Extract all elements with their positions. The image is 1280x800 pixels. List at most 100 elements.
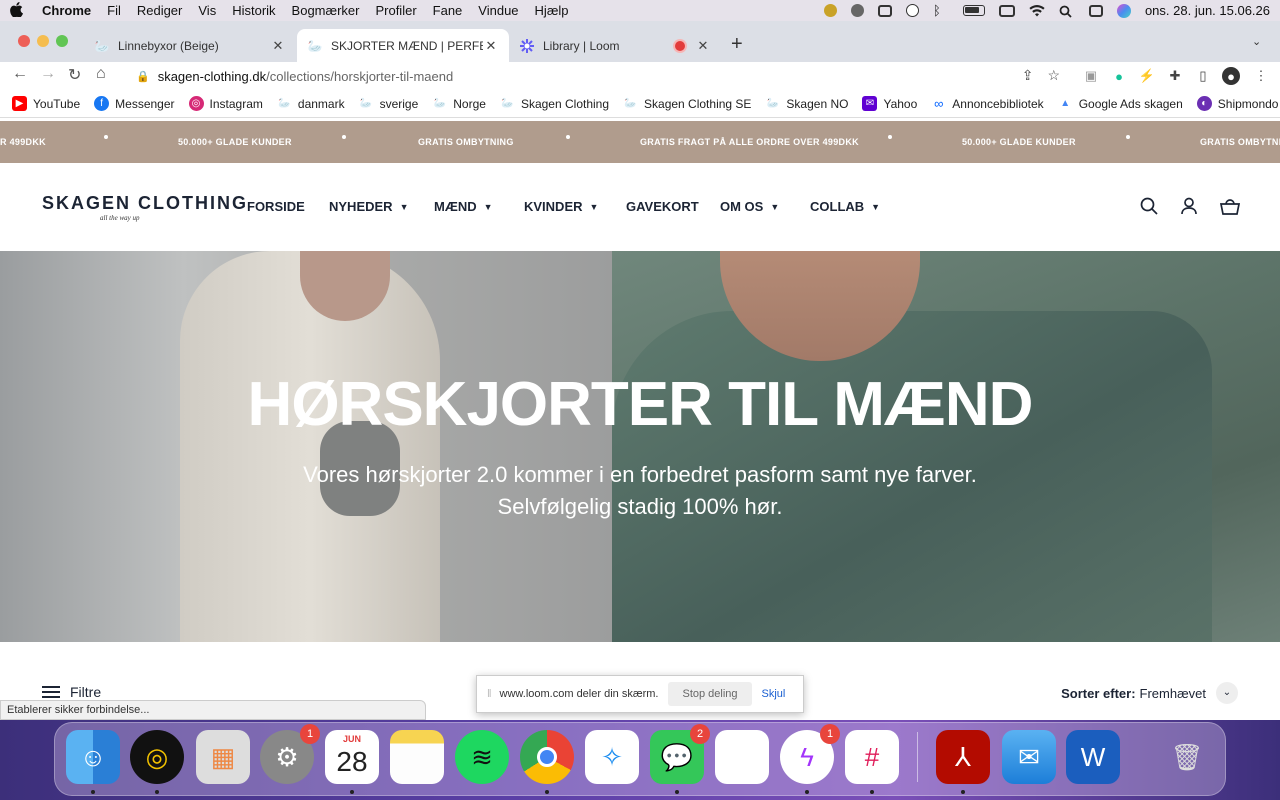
share-icon[interactable]: ⇪ xyxy=(1022,67,1034,84)
lock-icon[interactable]: 🔒 xyxy=(136,70,150,83)
grammarly-icon[interactable]: ● xyxy=(1110,67,1128,85)
extension-icon[interactable]: ▣ xyxy=(1082,67,1100,85)
tab-skjorter-maend[interactable]: 🦢 SKJORTER MÆND | PERFEKT F ✕ xyxy=(297,29,509,62)
tab-linnebyxor[interactable]: 🦢 Linnebyxor (Beige) ✕ xyxy=(84,29,296,62)
safari-icon[interactable]: ✧ xyxy=(585,730,639,784)
bookmark-danmark[interactable]: 🦢 danmark xyxy=(276,96,345,111)
window-minimize-button[interactable] xyxy=(37,35,49,47)
nav-kvinder[interactable]: KVINDER ▼ xyxy=(524,199,626,214)
bookmark-google-ads[interactable]: ▲ Google Ads skagen xyxy=(1057,96,1183,111)
notes-icon[interactable] xyxy=(390,730,444,784)
spotify-icon[interactable]: ≋ xyxy=(455,730,509,784)
new-tab-button[interactable]: + xyxy=(731,33,743,56)
menubar-clock[interactable]: ons. 28. jun. 15.06.26 xyxy=(1145,3,1270,18)
sort-dropdown[interactable]: Sorter efter: Fremhævet ⌄ xyxy=(1061,682,1238,704)
close-icon[interactable]: ✕ xyxy=(270,38,286,54)
tab-search-chevron-icon[interactable]: ⌄ xyxy=(1252,35,1261,48)
chrome-icon[interactable] xyxy=(520,730,574,784)
keeper-app-icon[interactable]: ◎ xyxy=(130,730,184,784)
address-bar[interactable]: 🔒 skagen-clothing.dk/collections/horskjo… xyxy=(124,63,1070,89)
menu-vindue[interactable]: Vindue xyxy=(478,3,518,18)
nav-gavekort[interactable]: GAVEKORT xyxy=(626,199,720,214)
menu-hjaelp[interactable]: Hjælp xyxy=(535,3,569,18)
slack-icon[interactable]: # xyxy=(845,730,899,784)
bookmark-skagen-no[interactable]: 🦢 Skagen NO xyxy=(765,96,848,111)
bookmark-shipmondo[interactable]: ◐ Shipmondo xyxy=(1196,96,1278,111)
avatar[interactable]: ● xyxy=(1222,67,1240,85)
menu-chrome[interactable]: Chrome xyxy=(42,3,91,18)
bookmark-star-icon[interactable]: ☆ xyxy=(1047,67,1060,84)
bookmark-youtube[interactable]: ▶ YouTube xyxy=(12,96,80,111)
menu-fane[interactable]: Fane xyxy=(433,3,463,18)
window-close-button[interactable] xyxy=(18,35,30,47)
menu-bogmaerker[interactable]: Bogmærker xyxy=(292,3,360,18)
control-center-icon[interactable] xyxy=(1088,4,1103,17)
forward-button[interactable]: → xyxy=(40,65,56,83)
reload-button[interactable]: ↻ xyxy=(68,65,81,85)
status-app-icon[interactable] xyxy=(823,4,837,17)
bookmark-messenger[interactable]: f Messenger xyxy=(94,96,175,111)
launchpad-icon[interactable]: ▦ xyxy=(196,730,250,784)
window-manager-icon[interactable] xyxy=(877,4,892,17)
site-logo[interactable]: SKAGEN CLOTHING all the way up xyxy=(42,193,246,222)
hide-banner-button[interactable]: Skjul xyxy=(762,688,786,700)
nav-nyheder[interactable]: NYHEDER ▼ xyxy=(329,199,434,214)
display-icon[interactable] xyxy=(998,4,1015,17)
play-icon[interactable] xyxy=(905,4,919,17)
menu-profiler[interactable]: Profiler xyxy=(375,3,416,18)
siri-icon[interactable] xyxy=(1116,3,1131,18)
side-panel-icon[interactable]: ▯ xyxy=(1194,67,1212,85)
photos-icon[interactable]: ✿ xyxy=(715,730,769,784)
bookmark-skagen-clothing-se[interactable]: 🦢 Skagen Clothing SE xyxy=(623,96,751,111)
webpage: R 499DKK 50.000+ GLADE KUNDER GRATIS OMB… xyxy=(0,118,1280,720)
window-zoom-button[interactable] xyxy=(56,35,68,47)
messages-icon[interactable]: 💬 2 xyxy=(650,724,710,784)
bookmark-skagen-clothing[interactable]: 🦢 Skagen Clothing xyxy=(499,96,609,111)
bookmark-norge[interactable]: 🦢 Norge xyxy=(432,96,486,111)
tab-loom-library[interactable]: Library | Loom ✕ xyxy=(509,29,721,62)
messenger-icon[interactable]: ϟ1 xyxy=(780,724,840,784)
chevron-down-icon: ▼ xyxy=(871,201,881,212)
back-button[interactable]: ← xyxy=(12,65,28,83)
nav-om-os[interactable]: OM OS ▼ xyxy=(720,199,810,214)
search-icon[interactable] xyxy=(1140,197,1158,215)
nav-forside[interactable]: FORSIDE xyxy=(247,199,329,214)
bookmark-annoncebibliotek[interactable]: ∞ Annoncebibliotek xyxy=(931,96,1044,111)
stop-sharing-button[interactable]: Stop deling xyxy=(668,682,752,706)
acrobat-icon[interactable]: ⅄ xyxy=(936,730,990,784)
status-app-icon[interactable] xyxy=(850,4,864,17)
system-settings-icon[interactable]: ⚙ 1 xyxy=(260,724,320,784)
close-icon[interactable]: ✕ xyxy=(695,38,711,54)
finder-icon[interactable]: ☺ xyxy=(66,730,120,784)
mail-icon[interactable]: ✉ xyxy=(1002,730,1056,784)
apple-menu-icon[interactable] xyxy=(10,1,24,20)
battery-icon[interactable] xyxy=(962,5,985,16)
nav-maend[interactable]: MÆND ▼ xyxy=(434,199,524,214)
nav-collab[interactable]: COLLAB ▼ xyxy=(810,199,880,214)
drag-handle-icon[interactable]: ‖ xyxy=(487,688,492,700)
bookmark-yahoo[interactable]: ✉ Yahoo xyxy=(862,96,917,111)
bluetooth-icon[interactable]: ᛒ xyxy=(933,4,949,17)
menu-vis[interactable]: Vis xyxy=(198,3,216,18)
skagen-swan-icon: 🦢 xyxy=(276,96,292,111)
calendar-icon[interactable]: JUN 28 xyxy=(325,730,379,784)
close-icon[interactable]: ✕ xyxy=(483,38,499,54)
menu-fil[interactable]: Fil xyxy=(107,3,121,18)
trash-icon[interactable]: 🗑 xyxy=(1160,730,1214,784)
puzzle-icon[interactable]: ✚ xyxy=(1166,67,1184,85)
nav-label: COLLAB xyxy=(810,199,865,214)
wifi-icon[interactable] xyxy=(1029,4,1045,17)
bookmark-instagram[interactable]: ◎ Instagram xyxy=(188,96,263,111)
extension-icon[interactable]: ⚡ xyxy=(1138,67,1156,85)
account-icon[interactable] xyxy=(1180,197,1198,215)
cart-icon[interactable] xyxy=(1219,197,1241,215)
home-button[interactable]: ⌂ xyxy=(96,65,106,83)
filter-button[interactable]: Filtre xyxy=(42,684,101,700)
word-icon[interactable]: W xyxy=(1066,730,1120,784)
menu-rediger[interactable]: Rediger xyxy=(137,3,183,18)
kebab-menu-icon[interactable]: ⋮ xyxy=(1252,67,1270,85)
bookmark-sverige[interactable]: 🦢 sverige xyxy=(358,96,418,111)
search-icon[interactable] xyxy=(1059,5,1075,18)
menu-historik[interactable]: Historik xyxy=(232,3,275,18)
bookmark-label: Skagen Clothing SE xyxy=(644,96,752,111)
